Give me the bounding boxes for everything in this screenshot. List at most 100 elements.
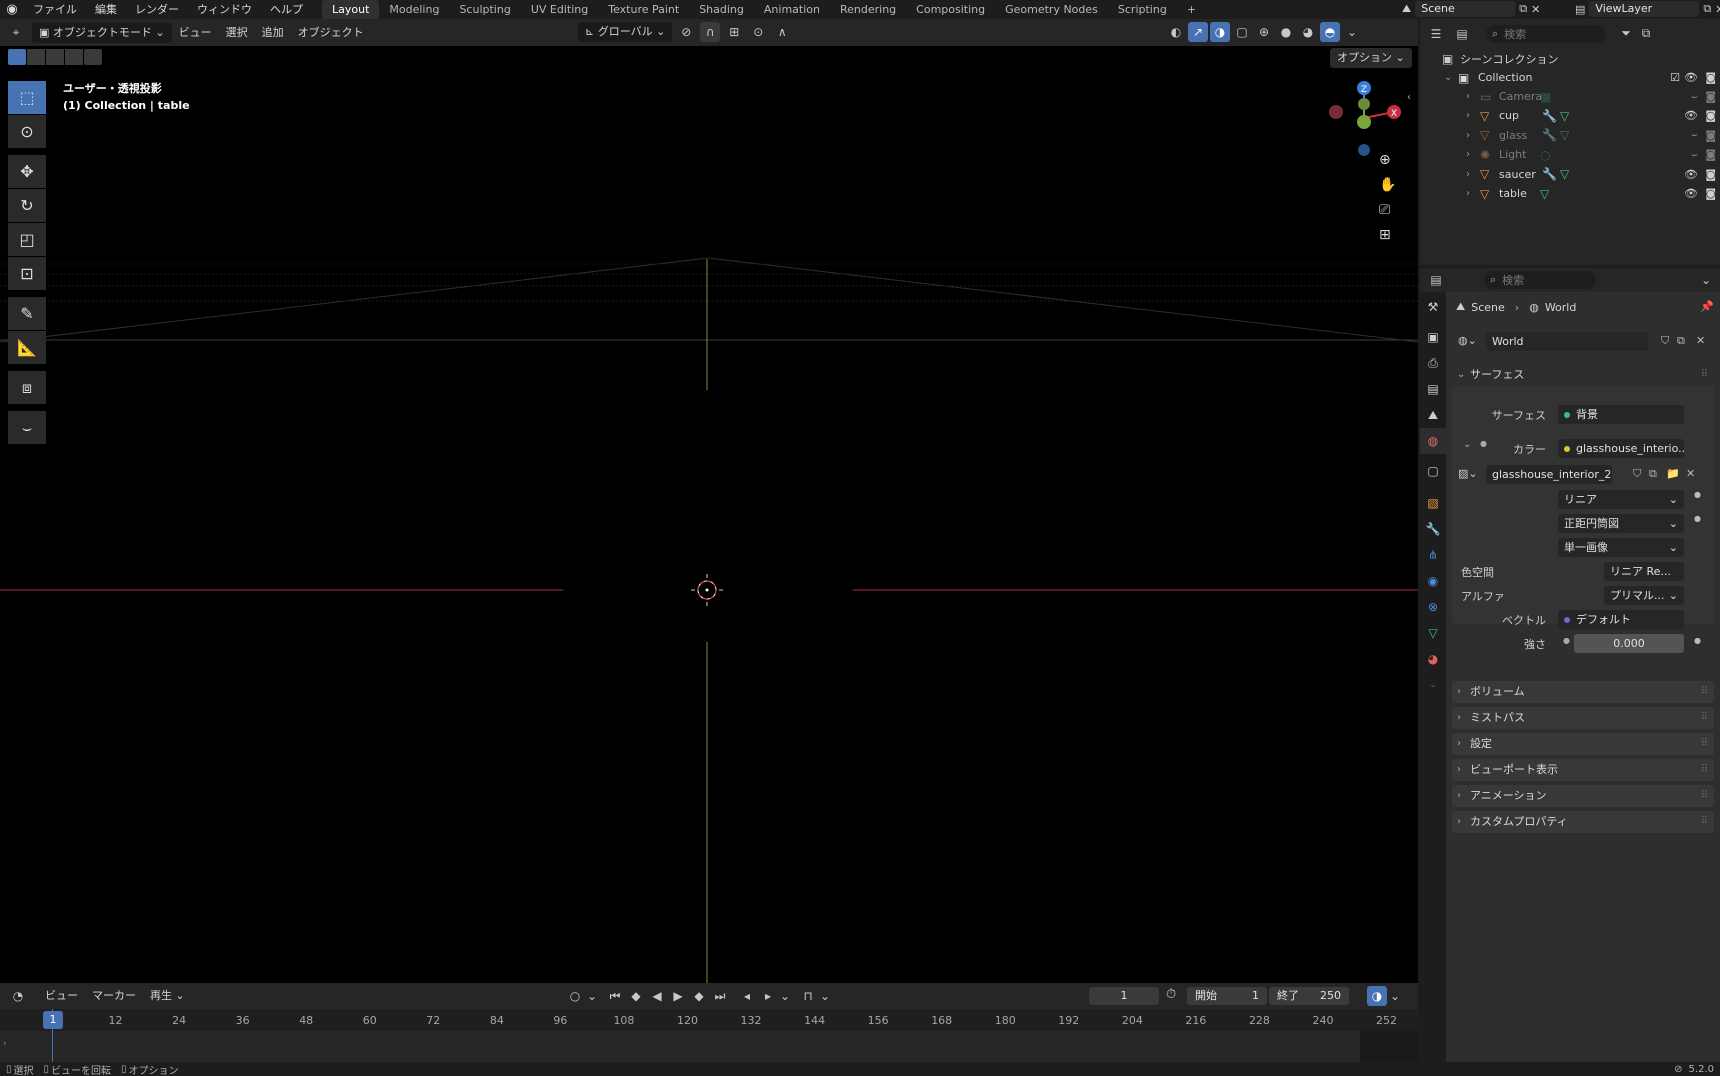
start-frame-field[interactable]: 開始 1 — [1187, 987, 1267, 1005]
cursor-tool-icon[interactable]: ⊙ — [8, 115, 46, 148]
alpha-dropdown[interactable]: プリマル... ⌄ — [1604, 586, 1684, 605]
outliner-item-light[interactable]: › ✺ Light ◌ ⌣ ◙ — [1420, 145, 1720, 164]
interpolation-keyframe-icon[interactable]: ● — [1694, 490, 1701, 499]
view-layer-tab-icon[interactable]: ▤ — [1420, 376, 1446, 402]
panel-header-1[interactable]: › ミストパス ⠿ — [1452, 707, 1714, 729]
end-frame-field[interactable]: 終了 250 — [1269, 987, 1349, 1005]
eye-icon[interactable]: 👁 — [1684, 187, 1698, 200]
strength-field[interactable]: 0.000 — [1574, 634, 1684, 653]
measure-tool-icon[interactable]: 📐 — [8, 331, 46, 364]
filter-icon[interactable]: ⏷ — [1616, 24, 1636, 44]
vector-input-field[interactable]: デフォルト — [1558, 610, 1684, 629]
transform-tool-icon[interactable]: ⊡ — [8, 257, 46, 290]
rendered-shading-icon[interactable]: ◓ — [1320, 22, 1340, 42]
object-data-icon[interactable]: ▽ — [1560, 167, 1569, 181]
panel-header-4[interactable]: › アニメーション ⠿ — [1452, 785, 1714, 807]
world-browse-icon[interactable]: ◍⌄ — [1458, 334, 1477, 347]
solid-shading-icon[interactable]: ● — [1276, 22, 1296, 42]
collection-expand-icon[interactable]: ⌄ — [1444, 72, 1452, 83]
material-tab-icon[interactable]: ◕ — [1420, 646, 1446, 672]
select-invert-icon[interactable] — [65, 49, 83, 65]
expand-channels-icon[interactable]: › — [3, 1039, 7, 1049]
xray-icon[interactable]: ▢ — [1232, 22, 1252, 42]
timeline-overlay-icon[interactable]: ◑ — [1367, 986, 1387, 1006]
render-camera-icon[interactable]: ◙ — [1705, 90, 1716, 103]
tab-sculpting[interactable]: Sculpting — [449, 0, 520, 19]
tab-compositing[interactable]: Compositing — [906, 0, 995, 19]
modifier-wrench-icon[interactable]: 🔧 — [1542, 128, 1557, 142]
timeline-editor-icon[interactable]: ◔ — [8, 986, 28, 1006]
3d-viewport[interactable]: Z X ⊕ ✋ ⎚ ⊞ ‹ オプション ⌄ — [0, 46, 1418, 983]
select-subtract-icon[interactable] — [46, 49, 64, 65]
collection-row[interactable]: ⌄ ▣ Collection ☑ 👁 ◙ — [1420, 68, 1720, 87]
wireframe-shading-icon[interactable]: ⊕ — [1254, 22, 1274, 42]
pan-hand-icon[interactable]: ✋ — [1379, 177, 1396, 193]
object-data-icon[interactable]: ▦ — [1540, 90, 1551, 104]
image-unlink-icon[interactable]: ✕ — [1686, 467, 1695, 480]
object-data-icon[interactable]: ▽ — [1540, 187, 1549, 201]
falloff-icon[interactable]: ∧ — [772, 22, 792, 42]
render-camera-icon[interactable]: ◙ — [1705, 148, 1716, 161]
navigation-gizmo[interactable]: Z X — [1322, 76, 1412, 156]
constraints-tab-icon[interactable]: ⊗ — [1420, 594, 1446, 620]
properties-search-input[interactable]: ⌕ 検索 — [1484, 271, 1596, 289]
menu-object[interactable]: オブジェクト — [291, 23, 371, 43]
autokey-options-icon[interactable]: ⌄ — [586, 986, 598, 1006]
outliner-item-table[interactable]: › ▽ table ▽ 👁 ◙ — [1420, 184, 1720, 203]
menu-file[interactable]: ファイル — [24, 0, 86, 19]
scale-tool-icon[interactable]: ◰ — [8, 223, 46, 256]
select-intersect-icon[interactable] — [84, 49, 102, 65]
tab-texture-paint[interactable]: Texture Paint — [598, 0, 689, 19]
tab-rendering[interactable]: Rendering — [830, 0, 906, 19]
display-mode-icon[interactable]: ▤ — [1452, 24, 1472, 44]
options-dropdown[interactable]: オプション ⌄ — [1330, 48, 1412, 68]
data-tab-icon[interactable]: ▽ — [1420, 620, 1446, 646]
stopwatch-icon[interactable]: ⏱ — [1166, 987, 1176, 1002]
menu-view[interactable]: ビュー — [172, 23, 219, 43]
duplicate-world-icon[interactable]: ⧉ — [1677, 334, 1685, 348]
jump-end-icon[interactable]: ⏭ — [710, 986, 730, 1006]
perspective-grid-icon[interactable]: ⊞ — [1379, 227, 1396, 243]
outliner-item-glass[interactable]: › ▽ glass 🔧 ▽ ⌣ ◙ — [1420, 126, 1720, 145]
object-data-icon[interactable]: ◌ — [1540, 148, 1550, 162]
scene-collection-row[interactable]: ▣ シーンコレクション — [1420, 49, 1720, 68]
modifier-tab-icon[interactable]: 🔧 — [1420, 516, 1446, 542]
sidebar-toggle-icon[interactable]: ‹ — [1407, 92, 1411, 103]
item-expand-icon[interactable]: › — [1466, 91, 1470, 102]
object-data-icon[interactable]: ▽ — [1560, 109, 1569, 123]
pin-icon[interactable]: 📌 — [1700, 300, 1714, 313]
eye-closed-icon[interactable]: ⌣ — [1691, 148, 1698, 162]
timeline-menu-marker[interactable]: マーカー — [85, 986, 143, 1006]
rotate-tool-icon[interactable]: ↻ — [8, 189, 46, 222]
timeline-overlay-options-icon[interactable]: ⌄ — [1389, 986, 1401, 1006]
outliner-search-input[interactable]: ⌕ 検索 — [1486, 24, 1606, 43]
timeline[interactable]: 12 24 36 48 60 72 84 96 108 120 132 144 156 168 180 192… — [0, 1009, 1418, 1062]
delete-scene-icon[interactable]: ✕ — [1531, 3, 1540, 16]
eye-closed-icon[interactable]: ⌣ — [1691, 128, 1698, 142]
panel-header-5[interactable]: › カスタムプロパティ ⠿ — [1452, 811, 1714, 833]
tab-layout[interactable]: Layout — [322, 0, 380, 19]
next-frame-icon[interactable]: ▸ — [758, 986, 778, 1006]
next-keyframe-icon[interactable]: ◆ — [689, 986, 709, 1006]
collection-tab-icon[interactable]: ▢ — [1420, 458, 1446, 484]
add-workspace-button[interactable]: + — [1177, 0, 1206, 19]
scene-field[interactable]: Scene — [1415, 1, 1516, 17]
menu-edit[interactable]: 編集 — [86, 0, 126, 19]
timeline-menu-view[interactable]: ビュー — [38, 986, 85, 1006]
view-layer-icon[interactable]: ▤ — [1575, 3, 1585, 16]
select-new-icon[interactable] — [8, 49, 26, 65]
annotate-tool-icon[interactable]: ✎ — [8, 297, 46, 330]
timeline-track-area[interactable] — [0, 1031, 1418, 1062]
render-camera-icon[interactable]: ◙ — [1705, 187, 1716, 200]
image-open-folder-icon[interactable]: 📁 — [1666, 467, 1680, 480]
play-icon[interactable]: ▶ — [668, 986, 688, 1006]
tool-tab-icon[interactable]: ⚒ — [1420, 294, 1446, 320]
menu-window[interactable]: ウィンドウ — [188, 0, 261, 19]
material-shading-icon[interactable]: ◕ — [1298, 22, 1318, 42]
item-expand-icon[interactable]: › — [1466, 149, 1470, 160]
menu-select[interactable]: 選択 — [219, 23, 255, 43]
keying-options-icon[interactable]: ⌄ — [779, 986, 791, 1006]
surface-shader-field[interactable]: 背景 — [1558, 405, 1684, 424]
world-tab-icon[interactable]: ◍ — [1420, 428, 1446, 454]
projection-dropdown[interactable]: 正距円筒図 ⌄ — [1558, 514, 1684, 533]
